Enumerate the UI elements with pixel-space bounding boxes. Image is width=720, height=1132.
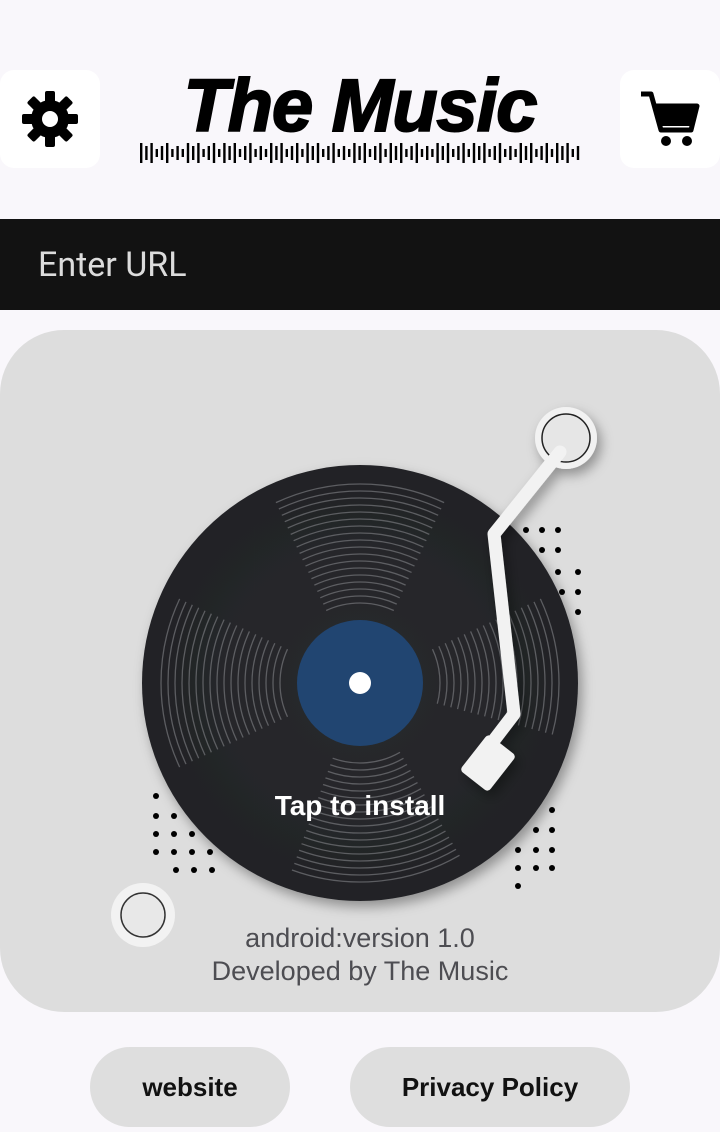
url-input[interactable] (36, 233, 680, 296)
record-spindle (349, 672, 371, 694)
logo-title: The Music (183, 64, 539, 147)
app-logo: The Music (138, 64, 582, 170)
privacy-policy-button[interactable]: Privacy Policy (350, 1047, 630, 1127)
url-bar (0, 219, 720, 310)
tap-to-install-button[interactable]: Tap to install (0, 790, 720, 822)
gear-icon (22, 91, 78, 147)
version-info: android:version 1.0 Developed by The Mus… (0, 922, 720, 988)
cart-button[interactable] (620, 70, 720, 168)
cart-icon (641, 91, 700, 146)
turntable-graphic[interactable] (0, 330, 720, 1012)
sound-wave-graphic (140, 143, 580, 163)
settings-button[interactable] (0, 70, 100, 168)
player-card: Tap to install android:version 1.0 Devel… (0, 330, 720, 1012)
website-button[interactable]: website (90, 1047, 290, 1127)
version-line: android:version 1.0 (245, 923, 475, 953)
developer-line: Developed by The Music (211, 956, 509, 986)
